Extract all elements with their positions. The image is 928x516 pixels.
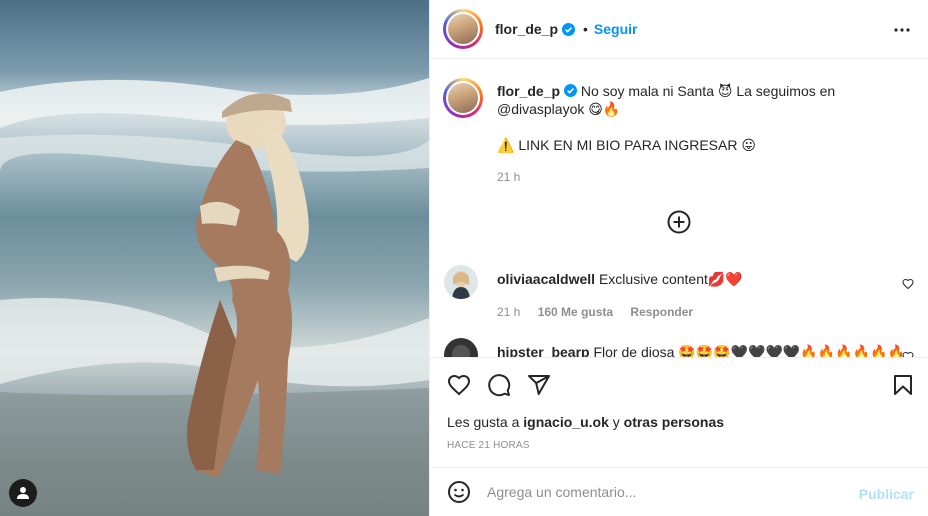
caption-line-2: @divasplayok 😋🔥	[497, 101, 621, 117]
comment-body: Flor de diosa 🤩🤩🤩🖤🖤🖤🖤🔥🔥🔥🔥🔥🔥	[593, 344, 905, 357]
comment-text: hipster_bearp Flor de diosa 🤩🤩🤩🖤🖤🖤🖤🔥🔥🔥🔥🔥…	[497, 344, 905, 357]
comment-avatar[interactable]	[444, 265, 478, 299]
post-details-panel: flor_de_p • Seguir flor_de_p No soy mala…	[429, 0, 928, 516]
plus-circle-icon[interactable]	[667, 210, 691, 234]
likes-others[interactable]: otras personas	[624, 414, 724, 430]
user-icon	[17, 487, 29, 499]
author-info: flor_de_p • Seguir	[495, 21, 638, 37]
reply-button[interactable]: Responder	[630, 305, 693, 319]
post-image[interactable]	[0, 0, 429, 516]
post-actions: Les gusta a ignacio_u.ok y otras persona…	[430, 357, 928, 467]
caption-time: 21 h	[497, 170, 521, 184]
comment-avatar[interactable]	[444, 338, 478, 357]
comment-body: Exclusive content💋❤️	[598, 271, 743, 287]
likes-summary[interactable]: Les gusta a ignacio_u.ok y otras persona…	[447, 414, 724, 430]
heart-icon[interactable]	[902, 278, 914, 290]
user-tag-button[interactable]	[9, 479, 37, 507]
likes-prefix: Les gusta a	[447, 414, 520, 430]
verified-badge-icon	[562, 22, 576, 36]
caption-text: flor_de_p No soy mala ni Santa 😈 La segu…	[497, 82, 907, 154]
comment-likes[interactable]: 160 Me gusta	[538, 305, 613, 319]
heart-icon[interactable]	[447, 373, 471, 397]
beach-photo	[0, 78, 429, 516]
comment-input[interactable]	[487, 484, 847, 500]
send-icon[interactable]	[527, 373, 551, 397]
likes-middle: y	[612, 414, 620, 430]
caption-line-3: ⚠️ LINK EN MI BIO PARA INGRESAR 😛	[497, 137, 756, 153]
verified-badge-icon	[564, 84, 578, 97]
comment-icon[interactable]	[487, 373, 511, 397]
comments-section[interactable]: flor_de_p No soy mala ni Santa 😈 La segu…	[430, 60, 928, 357]
comment-text: oliviaacaldwell Exclusive content💋❤️	[497, 271, 743, 288]
separator-dot: •	[583, 21, 588, 37]
follow-button[interactable]: Seguir	[594, 21, 638, 37]
publish-button[interactable]: Publicar	[859, 486, 914, 502]
emoji-icon[interactable]	[447, 480, 471, 504]
bookmark-icon[interactable]	[891, 373, 915, 397]
post-header: flor_de_p • Seguir	[430, 0, 928, 59]
comment-username[interactable]: oliviaacaldwell	[497, 271, 595, 287]
comment-time: 21 h	[497, 305, 521, 319]
likes-user[interactable]: ignacio_u.ok	[523, 414, 609, 430]
post-timestamp[interactable]: HACE 21 HORAS	[447, 440, 530, 451]
caption-username[interactable]: flor_de_p	[497, 83, 560, 99]
more-horizontal-icon[interactable]	[893, 21, 911, 39]
author-avatar[interactable]	[443, 9, 483, 49]
caption-avatar[interactable]	[443, 78, 483, 118]
caption-line-1: No soy mala ni Santa 😈 La seguimos en	[580, 83, 836, 99]
add-comment-bar: Publicar	[430, 467, 928, 516]
author-username[interactable]: flor_de_p	[495, 21, 558, 37]
comment-meta: 21 h 160 Me gusta Responder	[497, 305, 707, 319]
comment-username[interactable]: hipster_bearp	[497, 344, 590, 357]
